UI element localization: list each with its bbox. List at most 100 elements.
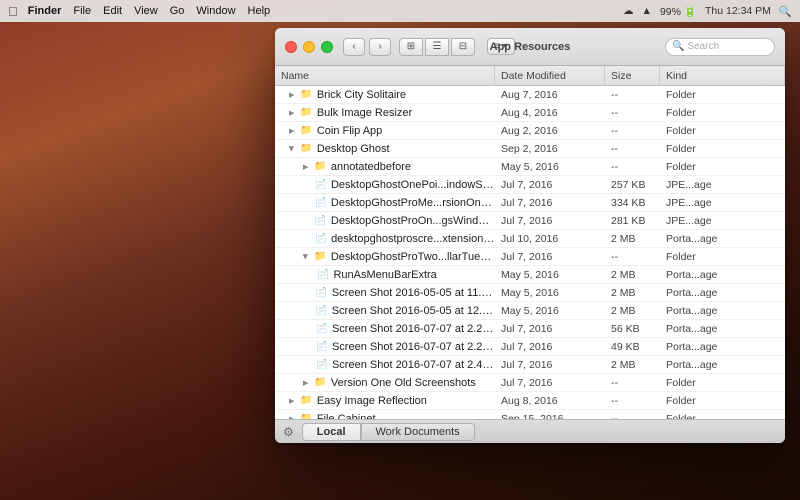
- table-row[interactable]: ▶📁Desktop GhostSep 2, 2016--Folder: [275, 140, 785, 158]
- file-icon: 📄: [316, 359, 328, 370]
- table-row[interactable]: ▶📁Bulk Image ResizerAug 4, 2016--Folder: [275, 104, 785, 122]
- table-row[interactable]: ▶📁annotatedbeforeMay 5, 2016--Folder: [275, 158, 785, 176]
- file-size: 49 KB: [605, 341, 660, 353]
- column-view-button[interactable]: ⊟: [451, 38, 475, 56]
- table-row[interactable]: 📄 desktopghostproscre...xtensioncontextme…: [275, 230, 785, 248]
- table-row[interactable]: 📄Screen Shot 2016-07-07 at 2.21.00 PMJul…: [275, 338, 785, 356]
- table-row[interactable]: ▶📁Easy Image ReflectionAug 8, 2016--Fold…: [275, 392, 785, 410]
- file-date: Jul 7, 2016: [495, 215, 605, 227]
- col-header-date[interactable]: Date Modified: [495, 66, 605, 85]
- file-size: 2 MB: [605, 269, 660, 281]
- file-name-label: Coin Flip App: [317, 125, 382, 137]
- expand-triangle[interactable]: ▶: [289, 109, 294, 117]
- apple-menu[interactable]: : [8, 4, 18, 19]
- file-name-label: Screen Shot 2016-07-07 at 2.42.41 PM: [332, 359, 495, 371]
- file-date: May 5, 2016: [495, 269, 605, 281]
- expand-triangle[interactable]: ▶: [289, 127, 294, 135]
- file-date: Aug 8, 2016: [495, 395, 605, 407]
- menubar-file[interactable]: File: [73, 5, 91, 17]
- file-icon: 📄: [315, 233, 327, 244]
- table-row[interactable]: ▶📁Version One Old ScreenshotsJul 7, 2016…: [275, 374, 785, 392]
- file-size: 2 MB: [605, 359, 660, 371]
- menubar-help[interactable]: Help: [248, 5, 271, 17]
- table-row[interactable]: 📄 RunAsMenuBarExtra May 5, 20162 MBPorta..…: [275, 266, 785, 284]
- file-kind: Porta...age: [660, 269, 785, 281]
- file-kind: Folder: [660, 251, 785, 263]
- table-row[interactable]: ▶ 📁 DesktopGhostProTwo...llarTuesPromoImag…: [275, 248, 785, 266]
- table-row[interactable]: 📄Screen Shot 2016-05-05 at 11.59.52 AMMa…: [275, 284, 785, 302]
- table-row[interactable]: 📄DesktopGhostProOn...gsWindowShowing.jpg…: [275, 212, 785, 230]
- back-button[interactable]: ‹: [343, 38, 365, 56]
- search-box[interactable]: 🔍 Search: [665, 38, 775, 56]
- file-name-label: RunAsMenuBarExtra: [333, 269, 436, 281]
- file-name-label: DesktopGhostProTwo...llarTuesPromoImages: [331, 251, 495, 263]
- col-header-kind[interactable]: Kind: [660, 66, 785, 85]
- file-date: Jul 7, 2016: [495, 359, 605, 371]
- file-size: --: [605, 251, 660, 263]
- file-size: 2 MB: [605, 233, 660, 245]
- folder-icon: 📁: [314, 377, 326, 388]
- finder-window: ‹ › ⊞ ☰ ⊟ App Resources ≡ ▾ 🔍 Search Nam…: [275, 28, 785, 443]
- local-tab[interactable]: Local: [302, 423, 361, 441]
- file-icon: 📄: [317, 269, 329, 280]
- table-row[interactable]: 📄Screen Shot 2016-05-05 at 12.05.39 PMMa…: [275, 302, 785, 320]
- file-size: --: [605, 125, 660, 137]
- file-date: Aug 7, 2016: [495, 89, 605, 101]
- file-name-label: DesktopGhostOnePoi...indowScreenshot.jpg: [331, 179, 495, 191]
- col-header-name[interactable]: Name: [275, 66, 495, 85]
- table-row[interactable]: 📄 DesktopGhostOnePoi...indowScreenshot.jp…: [275, 176, 785, 194]
- file-kind: Folder: [660, 161, 785, 173]
- battery-indicator: 99% 🔋: [660, 5, 697, 18]
- maximize-button[interactable]: [321, 41, 333, 53]
- expand-triangle[interactable]: ▶: [288, 146, 296, 151]
- expand-triangle[interactable]: ▶: [289, 397, 294, 405]
- col-header-size[interactable]: Size: [605, 66, 660, 85]
- menubar:  Finder File Edit View Go Window Help ☁…: [0, 0, 800, 22]
- file-date: May 5, 2016: [495, 287, 605, 299]
- table-row[interactable]: ▶📁Brick City SolitaireAug 7, 2016--Folde…: [275, 86, 785, 104]
- menubar-view[interactable]: View: [134, 5, 158, 17]
- file-date: May 5, 2016: [495, 161, 605, 173]
- menubar-edit[interactable]: Edit: [103, 5, 122, 17]
- file-name-label: Desktop Ghost: [317, 143, 390, 155]
- folder-icon: 📁: [300, 107, 312, 118]
- work-documents-tab[interactable]: Work Documents: [361, 423, 475, 441]
- table-row[interactable]: 📄Screen Shot 2016-07-07 at 2.20.54 PMJul…: [275, 320, 785, 338]
- file-kind: Folder: [660, 125, 785, 137]
- file-kind: JPE...age: [660, 197, 785, 209]
- expand-triangle[interactable]: ▶: [302, 254, 310, 259]
- file-icon: 📄: [315, 179, 327, 190]
- gear-button[interactable]: ⚙: [283, 425, 294, 439]
- cloud-icon: ☁: [623, 5, 634, 17]
- table-row[interactable]: 📄DesktopGhostProMe...rsionOnePointFive.j…: [275, 194, 785, 212]
- file-kind: Porta...age: [660, 323, 785, 335]
- forward-button[interactable]: ›: [369, 38, 391, 56]
- file-size: --: [605, 377, 660, 389]
- folder-icon: 📁: [314, 251, 326, 262]
- minimize-button[interactable]: [303, 41, 315, 53]
- expand-triangle[interactable]: ▶: [303, 379, 308, 387]
- table-row[interactable]: ▶📁Coin Flip AppAug 2, 2016--Folder: [275, 122, 785, 140]
- expand-triangle[interactable]: ▶: [289, 91, 294, 99]
- wifi-icon: ▲: [642, 5, 652, 17]
- list-view-button[interactable]: ☰: [425, 38, 449, 56]
- folder-icon: 📁: [300, 143, 312, 154]
- menubar-go[interactable]: Go: [170, 5, 185, 17]
- search-placeholder: Search: [687, 41, 719, 52]
- file-size: 2 MB: [605, 305, 660, 317]
- expand-triangle[interactable]: ▶: [303, 163, 308, 171]
- icon-view-button[interactable]: ⊞: [399, 38, 423, 56]
- file-date: Sep 2, 2016: [495, 143, 605, 155]
- file-date: Jul 7, 2016: [495, 197, 605, 209]
- spotlight-icon[interactable]: 🔍: [779, 5, 792, 18]
- file-date: Jul 7, 2016: [495, 377, 605, 389]
- file-kind: Folder: [660, 377, 785, 389]
- table-row[interactable]: 📄 Screen Shot 2016-07-07 at 2.42.41 PMJul…: [275, 356, 785, 374]
- menubar-window[interactable]: Window: [196, 5, 235, 17]
- table-row[interactable]: ▶📁File CabinetSep 15, 2016--Folder: [275, 410, 785, 419]
- menubar-finder[interactable]: Finder: [28, 5, 62, 17]
- close-button[interactable]: [285, 41, 297, 53]
- file-date: Jul 7, 2016: [495, 179, 605, 191]
- folder-icon: 📁: [300, 125, 312, 136]
- file-name-label: desktopghostproscre...xtensioncontextmen…: [331, 233, 495, 245]
